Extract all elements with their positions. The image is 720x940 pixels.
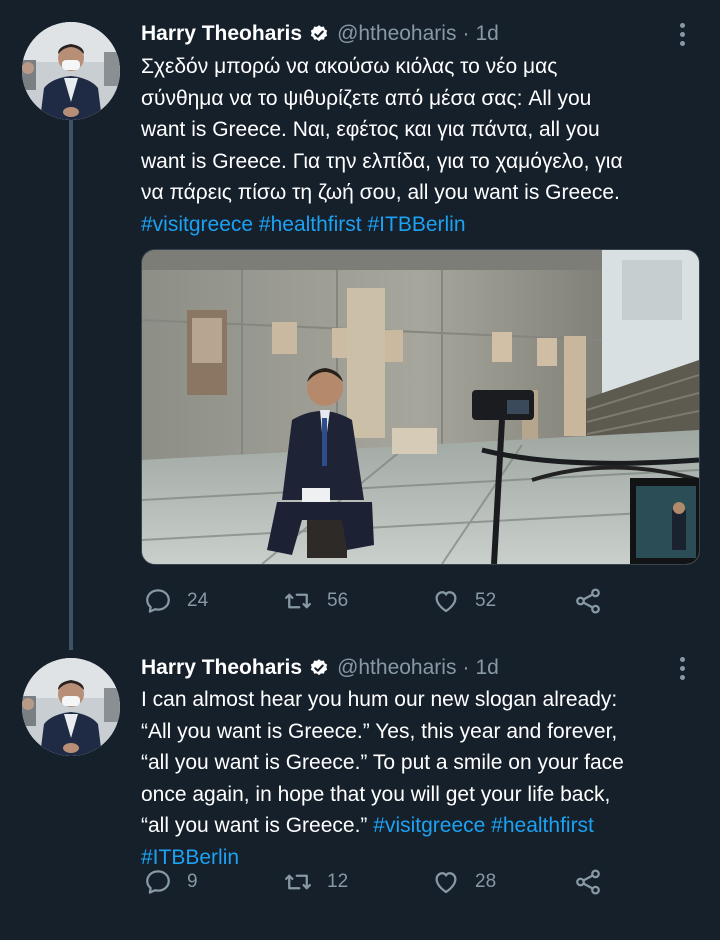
tweet-text-segment: Σχεδόν μπορώ να ακούσω κιόλας το νέο μας [141, 55, 558, 78]
tweet-text-line: #visitgreece #healthfirst #ITBBerlin [141, 209, 711, 241]
tweet-text-line: “all you want is Greece.” To put a smile… [141, 747, 711, 779]
separator: · [462, 22, 470, 45]
tweet-text: Σχεδόν μπορώ να ακούσω κιόλας το νέο μας… [141, 51, 711, 240]
tweet-text-line: want is Greece. Ναι, εφέτος και για πάντ… [141, 114, 711, 146]
tweet-text-line: want is Greece. Για την ελπίδα, για το χ… [141, 146, 711, 178]
tweet-actions: 24 56 52 [141, 584, 661, 618]
avatar[interactable] [22, 658, 120, 756]
reply-count: 9 [187, 871, 198, 892]
tweet-text-segment: want is Greece. Για την ελπίδα, για το χ… [141, 149, 623, 173]
retweet-count: 12 [327, 871, 349, 892]
tweet-media-photo[interactable] [141, 249, 700, 565]
retweet-icon [285, 874, 311, 890]
tweet-text-segment: want is Greece. Ναι, εφέτος και για πάντ… [141, 118, 600, 141]
tweet-header: Harry Theoharis @htheoharis · 1d [141, 652, 499, 684]
tweet-text-segment: “all you want is Greece.” To put a smile… [141, 751, 624, 774]
retweet-button[interactable]: 56 [283, 584, 348, 618]
reply-button[interactable]: 9 [143, 865, 198, 899]
hashtag-link[interactable]: #healthfirst [259, 213, 362, 236]
tweet[interactable]: Harry Theoharis @htheoharis · 1d Σχεδόν … [0, 0, 720, 650]
tweet-text-segment: once again, in hope that you will get yo… [141, 782, 611, 806]
tweet-text-line: “All you want is Greece.” Yes, this year… [141, 716, 711, 748]
tweet-text: I can almost hear you hum our new slogan… [141, 684, 711, 873]
thread-line [69, 120, 73, 650]
more-options-icon[interactable] [672, 652, 692, 684]
more-options-icon[interactable] [672, 18, 692, 50]
tweet-actions: 9 12 28 [141, 865, 661, 899]
retweet-count: 56 [327, 590, 349, 611]
avatar[interactable] [22, 22, 120, 120]
tweet-text-segment: σύνθημα να το ψιθυρίζετε από μέσα σας: A… [141, 86, 592, 110]
tweet-text-line: να πάρεις πίσω τη ζωή σου, all you want … [141, 177, 711, 209]
hashtag-link[interactable]: #visitgreece [141, 213, 253, 236]
tweet-text-segment: “all you want is Greece.” [141, 814, 374, 837]
reply-icon [146, 589, 170, 613]
tweet-text-segment: “All you want is Greece.” Yes, this year… [141, 719, 618, 743]
tweet-text-line: once again, in hope that you will get yo… [141, 779, 711, 811]
separator: · [462, 656, 470, 679]
share-button[interactable] [573, 584, 617, 618]
tweet-text-line: Σχεδόν μπορώ να ακούσω κιόλας το νέο μας [141, 51, 711, 83]
timestamp[interactable]: 1d [475, 656, 498, 680]
retweet-icon [285, 593, 311, 609]
reply-button[interactable]: 24 [143, 584, 208, 618]
verified-badge-icon [310, 659, 328, 676]
verified-badge-icon [310, 25, 328, 42]
hashtag-link[interactable]: #visitgreece [373, 814, 485, 837]
like-icon [435, 591, 457, 613]
share-icon [576, 869, 600, 895]
share-button[interactable] [573, 865, 617, 899]
like-icon [435, 872, 457, 894]
tweet-text-line: “all you want is Greece.” #visitgreece #… [141, 810, 711, 842]
retweet-button[interactable]: 12 [283, 865, 348, 899]
like-count: 28 [475, 871, 497, 892]
share-icon [576, 588, 600, 614]
tweet[interactable]: Harry Theoharis @htheoharis · 1d I can a… [0, 640, 720, 940]
author-name[interactable]: Harry Theoharis [141, 656, 302, 680]
tweet-text-segment: I can almost hear you hum our new slogan… [141, 688, 618, 711]
reply-icon [146, 870, 170, 894]
like-button[interactable]: 28 [431, 865, 496, 899]
author-name[interactable]: Harry Theoharis [141, 22, 302, 46]
tweet-text-line: σύνθημα να το ψιθυρίζετε από μέσα σας: A… [141, 83, 711, 115]
reply-count: 24 [187, 590, 209, 611]
timestamp[interactable]: 1d [475, 22, 498, 46]
tweet-text-segment: να πάρεις πίσω τη ζωή σου, all you want … [141, 181, 620, 204]
hashtag-link[interactable]: #ITBBerlin [367, 213, 465, 236]
tweet-text-line: I can almost hear you hum our new slogan… [141, 684, 711, 716]
hashtag-link[interactable]: #healthfirst [491, 814, 594, 837]
tweet-header: Harry Theoharis @htheoharis · 1d [141, 18, 499, 50]
author-handle[interactable]: @htheoharis [337, 22, 456, 46]
like-button[interactable]: 52 [431, 584, 496, 618]
like-count: 52 [475, 590, 497, 611]
author-handle[interactable]: @htheoharis [337, 656, 456, 680]
